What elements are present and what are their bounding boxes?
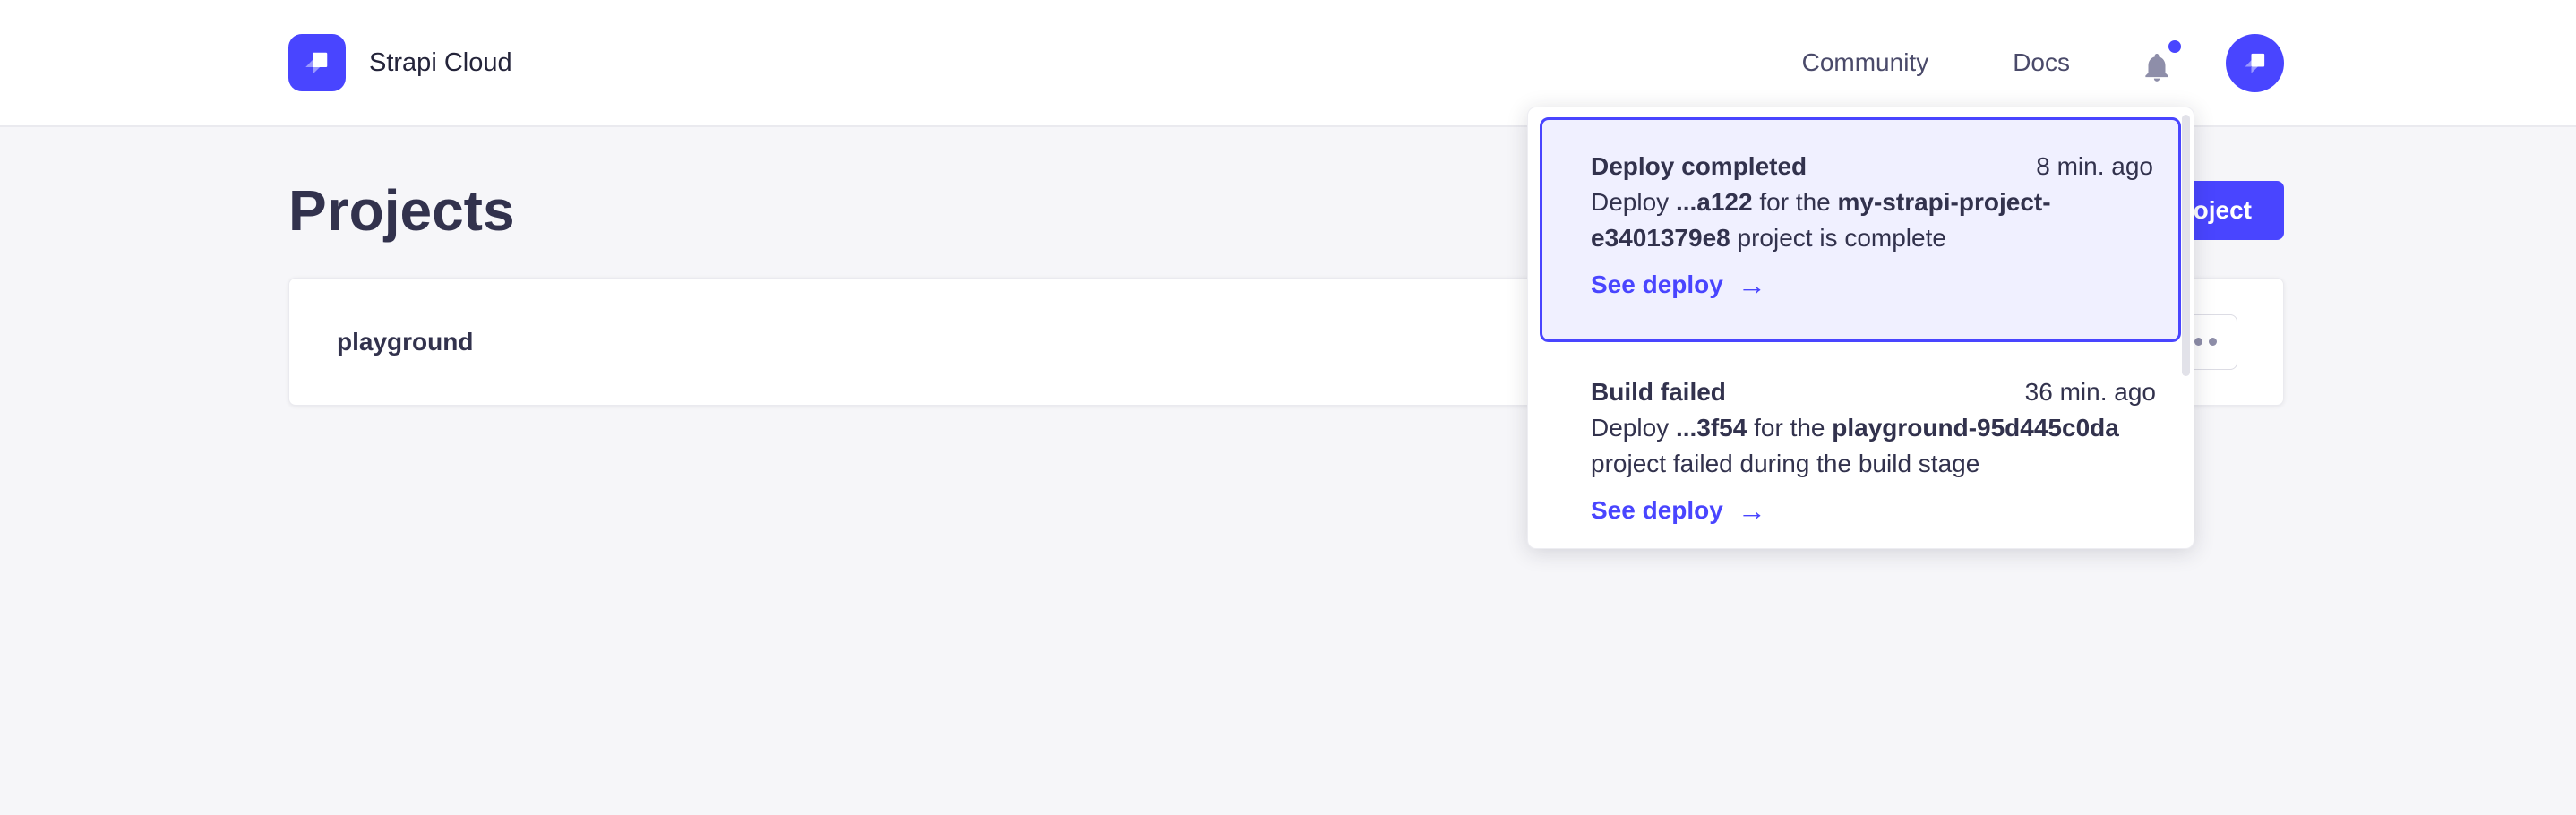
deploy-id: ...a122 <box>1676 188 1753 216</box>
notifications-panel: Deploy completed 8 min. ago Deploy ...a1… <box>1527 107 2194 549</box>
body-text: project is complete <box>1730 224 1946 252</box>
arrow-right-icon: → <box>1738 267 1766 303</box>
notification-title: Build failed <box>1591 374 1726 410</box>
unread-dot-icon <box>2168 40 2181 53</box>
project-id: playground-95d445c0da <box>1832 414 2119 442</box>
deploy-id: ...3f54 <box>1676 414 1747 442</box>
notification-header-row: Deploy completed 8 min. ago <box>1591 149 2153 184</box>
notification-header-row: Build failed 36 min. ago <box>1591 374 2156 410</box>
body-text: project failed during the build stage <box>1591 450 1979 477</box>
brand[interactable]: Strapi Cloud <box>288 34 512 91</box>
project-name: playground <box>337 328 473 356</box>
notification-timestamp: 8 min. ago <box>2036 149 2153 184</box>
panel-scrollbar-thumb[interactable] <box>2182 115 2190 376</box>
page-title: Projects <box>288 177 515 244</box>
body-text: Deploy <box>1591 414 1676 442</box>
top-nav: Community Docs <box>1802 34 2284 92</box>
notification-timestamp: 36 min. ago <box>2025 374 2156 410</box>
strapi-logo-icon <box>288 34 346 91</box>
arrow-right-icon: → <box>1738 493 1766 528</box>
body-text: for the <box>1753 188 1838 216</box>
notification-item-deploy-completed[interactable]: Deploy completed 8 min. ago Deploy ...a1… <box>1540 117 2181 342</box>
notification-item-build-failed[interactable]: Build failed 36 min. ago Deploy ...3f54 … <box>1528 342 2194 528</box>
see-deploy-link[interactable]: See deploy → <box>1591 267 2153 303</box>
strapi-avatar-icon <box>2239 47 2271 79</box>
body-text: for the <box>1747 414 1832 442</box>
nav-link-docs[interactable]: Docs <box>2013 48 2070 77</box>
see-deploy-link[interactable]: See deploy → <box>1591 493 2156 528</box>
body-text: Deploy <box>1591 188 1676 216</box>
nav-link-community[interactable]: Community <box>1802 48 1929 77</box>
notification-title: Deploy completed <box>1591 149 1807 184</box>
notification-body: Deploy ...a122 for the my-strapi-project… <box>1591 184 2153 256</box>
brand-label: Strapi Cloud <box>369 48 512 78</box>
notification-body: Deploy ...3f54 for the playground-95d445… <box>1591 410 2156 482</box>
user-avatar[interactable] <box>2226 34 2284 92</box>
see-deploy-label: See deploy <box>1591 267 1723 303</box>
see-deploy-label: See deploy <box>1591 493 1723 528</box>
bell-icon <box>2140 49 2174 85</box>
notifications-bell-button[interactable] <box>2136 40 2177 85</box>
